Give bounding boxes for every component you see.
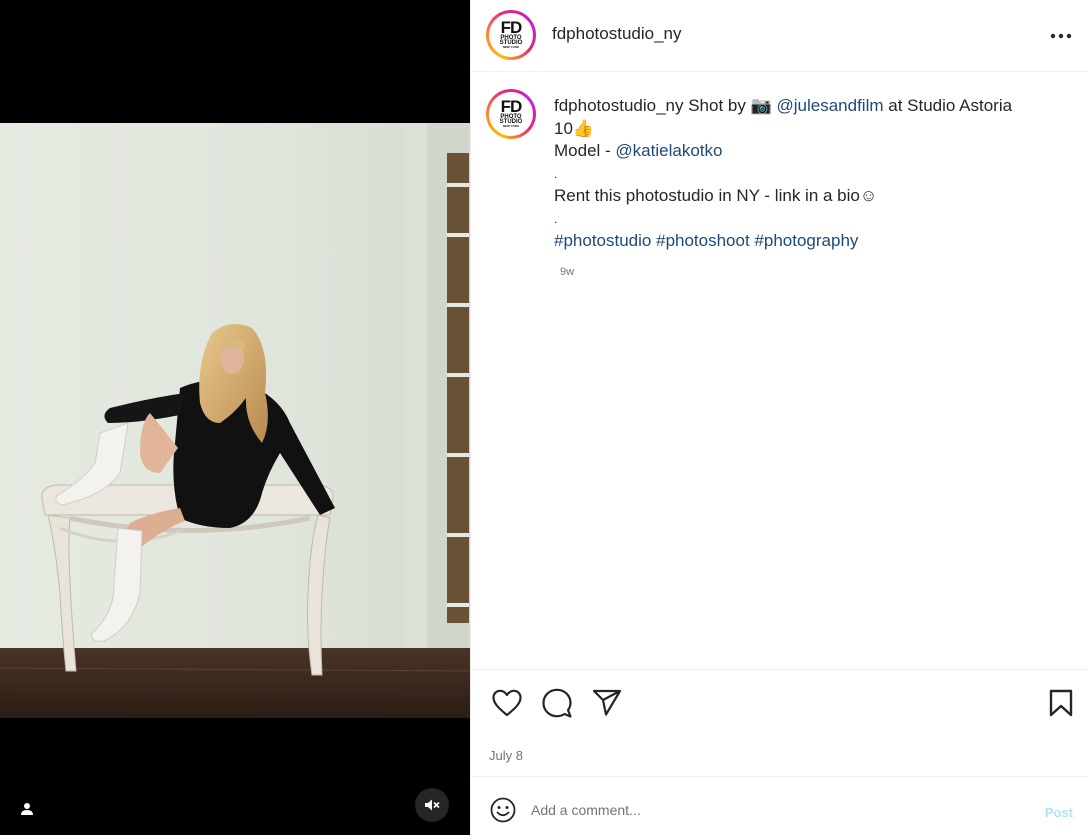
logo-line4: NEW YORK: [502, 45, 520, 50]
caption-line-1: fdphotostudio_ny Shot by 📷 @julesandfilm…: [554, 95, 1054, 118]
caption-line-model: Model - @katielakotko: [554, 140, 1054, 163]
more-icon: [1050, 33, 1072, 39]
caption-time-ago[interactable]: 9w: [560, 266, 574, 278]
header-username-link[interactable]: fdphotostudio_ny: [552, 24, 682, 44]
photo-illustration: [0, 123, 470, 718]
caption-shot-by: Shot by 📷: [683, 96, 777, 115]
post-details-panel: FD PHOTO STUDIO NEW YORK fdphotostudio_n…: [470, 0, 1088, 835]
user-tag-icon: [21, 803, 33, 815]
caption-rent-line: Rent this photostudio in NY - link in a …: [554, 186, 878, 205]
save-button[interactable]: [1045, 687, 1077, 719]
share-button[interactable]: [591, 687, 623, 719]
caption-text: fdphotostudio_ny Shot by 📷 @julesandfilm…: [554, 95, 1054, 253]
share-icon: [592, 689, 622, 716]
action-bar: July 8: [471, 669, 1088, 777]
caption-line-2: 10👍: [554, 118, 595, 138]
hashtag-link[interactable]: #photography: [754, 231, 858, 250]
emoji-icon: [490, 797, 516, 823]
post-header: FD PHOTO STUDIO NEW YORK fdphotostudio_n…: [471, 0, 1088, 72]
photographer-mention[interactable]: @julesandfilm: [777, 96, 884, 115]
caption-avatar[interactable]: FD PHOTO STUDIO NEW YORK: [486, 89, 536, 139]
caption-studio-logo: FD PHOTO STUDIO NEW YORK: [500, 97, 523, 129]
comment-button[interactable]: [541, 687, 573, 719]
avatar-inner: FD PHOTO STUDIO NEW YORK: [489, 13, 533, 57]
user-tag-button[interactable]: [10, 792, 44, 826]
mute-icon: [425, 799, 440, 811]
more-options-button[interactable]: [1049, 24, 1073, 48]
hashtag-link[interactable]: #photostudio: [554, 231, 651, 250]
bookmark-icon: [1049, 689, 1073, 717]
mute-button[interactable]: [415, 788, 449, 822]
comment-icon: [542, 688, 572, 718]
heart-icon: [492, 689, 522, 717]
caption-avatar-inner: FD PHOTO STUDIO NEW YORK: [489, 92, 533, 136]
caption-username-link[interactable]: fdphotostudio_ny: [554, 96, 684, 115]
hashtag-link[interactable]: #photoshoot: [656, 231, 750, 250]
caption-section: FD PHOTO STUDIO NEW YORK fdphotostudio_n…: [471, 73, 1088, 669]
emoji-button[interactable]: [489, 796, 517, 824]
caption-location: at Studio Astoria: [883, 96, 1013, 115]
caption-dot-2: .: [554, 211, 558, 226]
studio-logo: FD PHOTO STUDIO NEW YORK: [500, 18, 523, 50]
model-mention[interactable]: @katielakotko: [615, 141, 722, 160]
model-label: Model -: [554, 141, 616, 160]
caption-logo-main: FD: [500, 97, 523, 117]
post-photo[interactable]: [0, 123, 470, 718]
logo-main: FD: [500, 18, 523, 38]
comment-input[interactable]: [531, 798, 1001, 822]
post-comment-button[interactable]: Post: [1045, 805, 1073, 820]
caption-hashtags: #photostudio #photoshoot #photography: [554, 230, 1054, 253]
like-button[interactable]: [491, 687, 523, 719]
media-panel: [0, 0, 470, 835]
caption-dot-1: .: [554, 166, 558, 181]
post-date[interactable]: July 8: [489, 748, 523, 763]
comment-bar: Post: [471, 778, 1088, 835]
avatar[interactable]: FD PHOTO STUDIO NEW YORK: [486, 10, 536, 60]
caption-logo-line4: NEW YORK: [502, 124, 520, 129]
